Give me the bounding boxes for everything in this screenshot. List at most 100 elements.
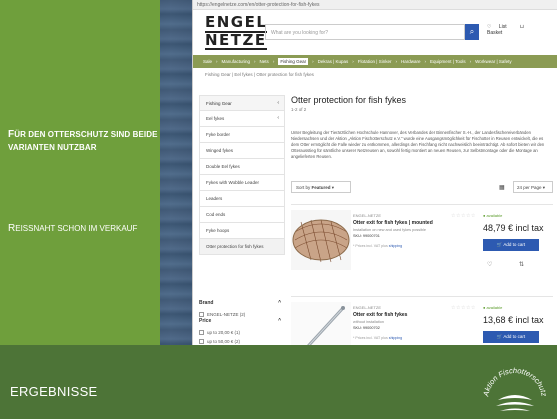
add-to-cart-button[interactable]: 🛒 Add to cart xyxy=(483,331,539,343)
add-to-cart-button[interactable]: 🛒 Add to cart xyxy=(483,239,539,251)
slide-title: Ergebnisse xyxy=(10,384,98,399)
website-screenshot: https://engelnetze.com/en/otter-protecti… xyxy=(192,0,557,363)
sidebar-item-label: Fyke border xyxy=(206,132,231,137)
browser-url[interactable]: https://engelnetze.com/en/otter-protecti… xyxy=(193,0,557,10)
sidebar-item-label: Fishing Gear xyxy=(206,101,232,106)
nav-item[interactable]: Equipment | Tools xyxy=(430,59,466,64)
product-card[interactable]: ENGEL-NETZE Otter exit for fish fykes | … xyxy=(291,204,553,294)
sidebar-item-label: Fyke hoops xyxy=(206,228,230,233)
chevron-left-icon: ‹ xyxy=(277,100,279,106)
sidebar-item-label: Eel fykes xyxy=(206,116,225,121)
sidebar-item[interactable]: Eel fykes ‹ xyxy=(199,111,285,127)
category-sidebar: Fishing Gear ‹ Eel fykes ‹ Fyke border Winged… xyxy=(199,95,285,255)
sort-value: Featured xyxy=(311,185,331,190)
slide-text-seam: Reißnaht schon im Verkauf xyxy=(8,223,138,234)
brand-logo[interactable]: ENGEL NETZE xyxy=(205,13,268,52)
brand-option-label: ENGEL-NETZE (2) xyxy=(207,312,246,317)
result-count: 1-2 of 2 xyxy=(291,107,307,112)
sidebar-item-label: Double Eel fykes xyxy=(206,164,240,169)
svg-text:Aktion Fischotterschutz: Aktion Fischotterschutz xyxy=(481,366,549,398)
brand-line-1: ENGEL xyxy=(205,13,268,31)
brand-facet-label: Brand xyxy=(199,300,214,306)
sidebar-item[interactable]: Winged fykes xyxy=(199,143,285,159)
sidebar-item-label: Otter protection for fish fykes xyxy=(206,244,264,249)
category-description: Unter Begleitung der Tierärztlichen Hoch… xyxy=(291,130,545,159)
fyke-mounted-image[interactable] xyxy=(291,210,351,270)
sidebar-item-label: Winged fykes xyxy=(206,148,234,153)
nav-item[interactable]: Dekras | Kupas xyxy=(318,59,349,64)
sidebar-item[interactable]: Leaders xyxy=(199,191,285,207)
price-note: * Prices incl. VAT plus shipping xyxy=(353,244,473,248)
category-main: Otter protection for fish fykes 1-2 of 2… xyxy=(291,95,553,160)
price-facet-title[interactable]: Price ^ xyxy=(199,318,285,328)
chevron-up-icon: ^ xyxy=(278,300,281,306)
product-name[interactable]: Otter exit for fish fykes xyxy=(353,312,473,318)
nav-item[interactable]: Sale xyxy=(203,59,212,64)
product-subtitle: without installation xyxy=(353,320,385,324)
sidebar-item[interactable]: Cod ends xyxy=(199,207,285,223)
price-option-1[interactable]: up to 20,00 € (1) xyxy=(199,328,285,337)
sidebar-item-label: Leaders xyxy=(206,196,223,201)
breadcrumb[interactable]: Fishing Gear | Eel fykes | Otter protect… xyxy=(193,68,557,81)
header-actions: ♡ List ⊔ Basket xyxy=(487,24,557,36)
site-header: ENGEL NETZE What are you looking for? ⌕ … xyxy=(193,10,557,55)
price-option-label: up to 20,00 € (1) xyxy=(207,330,241,335)
sidebar-item[interactable]: Fyke border xyxy=(199,127,285,143)
per-page-label: 24 per Page xyxy=(517,185,542,190)
compare-icon[interactable]: ⇅ xyxy=(519,261,524,268)
checkbox[interactable] xyxy=(199,330,204,335)
page-title: Otter protection for fish fykes xyxy=(291,95,407,105)
search-input[interactable]: What are you looking for? xyxy=(265,24,465,40)
add-to-cart-label: Add to cart xyxy=(503,334,526,339)
nav-item[interactable]: Flotation | Sinker xyxy=(358,59,392,64)
rating-stars: ☆☆☆☆☆ xyxy=(451,305,476,311)
brand-facet-title[interactable]: Brand ^ xyxy=(199,300,285,310)
sidebar-item[interactable]: Fishing Gear ‹ xyxy=(199,95,285,111)
sort-toolbar: Sort by Featured ▾ ▦ 24 per Page ▾ xyxy=(291,181,553,193)
cart-icon: 🛒 xyxy=(496,242,503,247)
product-sku: SKU: 99000701 xyxy=(353,234,380,238)
search-icon: ⌕ xyxy=(469,27,475,36)
sidebar-item[interactable]: Fyke hoops xyxy=(199,223,285,239)
availability-badge: ● available xyxy=(483,213,503,218)
product-name[interactable]: Otter exit for fish fykes | mounted xyxy=(353,220,473,226)
nav-item[interactable]: Workwear | Safety xyxy=(475,59,512,64)
nav-item[interactable]: Nets xyxy=(260,59,269,64)
price-note: * Prices incl. VAT plus shipping xyxy=(353,336,473,340)
main-nav: Sale › Manufacturing › Nets › Fishing Gear › Dek… xyxy=(193,55,557,68)
checkbox[interactable] xyxy=(199,339,204,344)
sidebar-item[interactable]: Fykes with Wobble Leader xyxy=(199,175,285,191)
price-option-label: up to 50,00 € (2) xyxy=(207,339,241,344)
add-to-cart-label: Add to cart xyxy=(503,242,526,247)
grid-view-icon[interactable]: ▦ xyxy=(499,184,505,191)
nav-item[interactable]: Hardware xyxy=(401,59,421,64)
chevron-left-icon: ‹ xyxy=(277,115,279,121)
chevron-down-icon: › xyxy=(254,59,256,64)
sort-select[interactable]: Sort by Featured ▾ xyxy=(291,181,351,193)
shipping-link[interactable]: shipping xyxy=(389,244,402,248)
nav-item[interactable]: Fishing Gear xyxy=(278,58,309,65)
product-sku: SKU: 99000702 xyxy=(353,326,380,330)
fischotterschutz-logo-icon: Aktion Fischotterschutz xyxy=(481,366,549,411)
price-facet-label: Price xyxy=(199,318,212,324)
sidebar-item-label: Fykes with Wobble Leader xyxy=(206,180,259,185)
sidebar-item[interactable]: Double Eel fykes xyxy=(199,159,285,175)
left-text-panel: Für den Otterschutz sind beide Varianten… xyxy=(0,0,160,345)
sidebar-item-label: Cod ends xyxy=(206,212,226,217)
chevron-down-icon: › xyxy=(352,59,354,64)
wishlist-heart-icon[interactable]: ♡ xyxy=(487,261,492,268)
brand-facet: Brand ^ ENGEL-NETZE (2) xyxy=(199,300,285,319)
nav-item[interactable]: Manufacturing xyxy=(222,59,251,64)
search-button[interactable]: ⌕ xyxy=(465,24,479,40)
shipping-link[interactable]: shipping xyxy=(389,336,402,340)
sidebar-item[interactable]: Otter protection for fish fykes xyxy=(199,239,285,255)
chevron-up-icon: ^ xyxy=(278,318,281,324)
product-subtitle: Installation on new and used fykes possi… xyxy=(353,228,427,232)
per-page-select[interactable]: 24 per Page ▾ xyxy=(513,181,553,193)
checkbox[interactable] xyxy=(199,312,204,317)
rating-stars: ☆☆☆☆☆ xyxy=(451,213,476,219)
cart-icon: 🛒 xyxy=(496,334,503,339)
slide-text-usable: Für den Otterschutz sind beide Varianten… xyxy=(8,129,158,152)
chevron-down-icon: › xyxy=(395,59,397,64)
price-facet: Price ^ up to 20,00 € (1) up to 50,00 € (… xyxy=(199,318,285,346)
